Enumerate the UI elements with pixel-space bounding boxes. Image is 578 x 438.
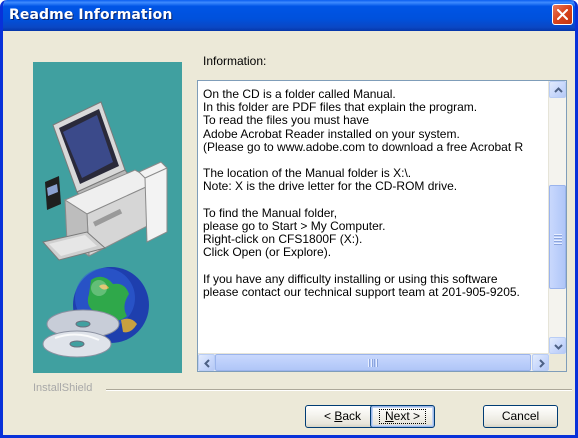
next-focus-ring: Next > — [378, 409, 427, 424]
scroll-down-button[interactable] — [549, 337, 566, 354]
close-button[interactable] — [552, 4, 573, 25]
close-icon — [557, 9, 568, 20]
scroll-left-button[interactable] — [198, 354, 215, 371]
chevron-up-icon — [554, 87, 563, 93]
scrollbar-corner — [549, 354, 566, 371]
vertical-scrollbar[interactable] — [548, 81, 566, 354]
chevron-down-icon — [554, 344, 563, 350]
grip-icon — [554, 233, 562, 246]
next-label-rest: ext > — [393, 409, 421, 423]
chevron-left-icon — [204, 359, 210, 368]
back-prefix: < — [323, 409, 335, 423]
next-mnemonic: N — [384, 409, 394, 423]
readme-text-area[interactable]: On the CD is a folder called Manual. In … — [197, 80, 567, 372]
window-title: Readme Information — [9, 7, 173, 23]
computer-globe-illustration — [42, 101, 168, 358]
installshield-brand: InstallShield — [33, 382, 93, 394]
cd-disc-illustration — [42, 309, 120, 358]
computer-illustration — [42, 101, 168, 261]
readme-text[interactable]: On the CD is a folder called Manual. In … — [203, 88, 546, 353]
footer-divider — [106, 389, 572, 391]
chevron-right-icon — [539, 359, 545, 368]
vertical-scroll-thumb[interactable] — [549, 185, 566, 289]
cancel-button[interactable]: Cancel — [483, 405, 558, 428]
grip-icon — [368, 359, 378, 367]
scroll-up-button[interactable] — [549, 81, 566, 98]
back-button[interactable]: < Back — [305, 405, 380, 428]
back-label-rest: ack — [342, 409, 362, 423]
horizontal-scrollbar[interactable] — [198, 353, 549, 371]
scroll-right-button[interactable] — [532, 354, 549, 371]
horizontal-scroll-thumb[interactable] — [215, 354, 531, 371]
title-bar[interactable]: Readme Information — [3, 0, 575, 31]
next-button[interactable]: Next > — [370, 405, 435, 428]
setup-illustration-panel — [33, 62, 182, 373]
information-label: Information: — [203, 54, 267, 68]
